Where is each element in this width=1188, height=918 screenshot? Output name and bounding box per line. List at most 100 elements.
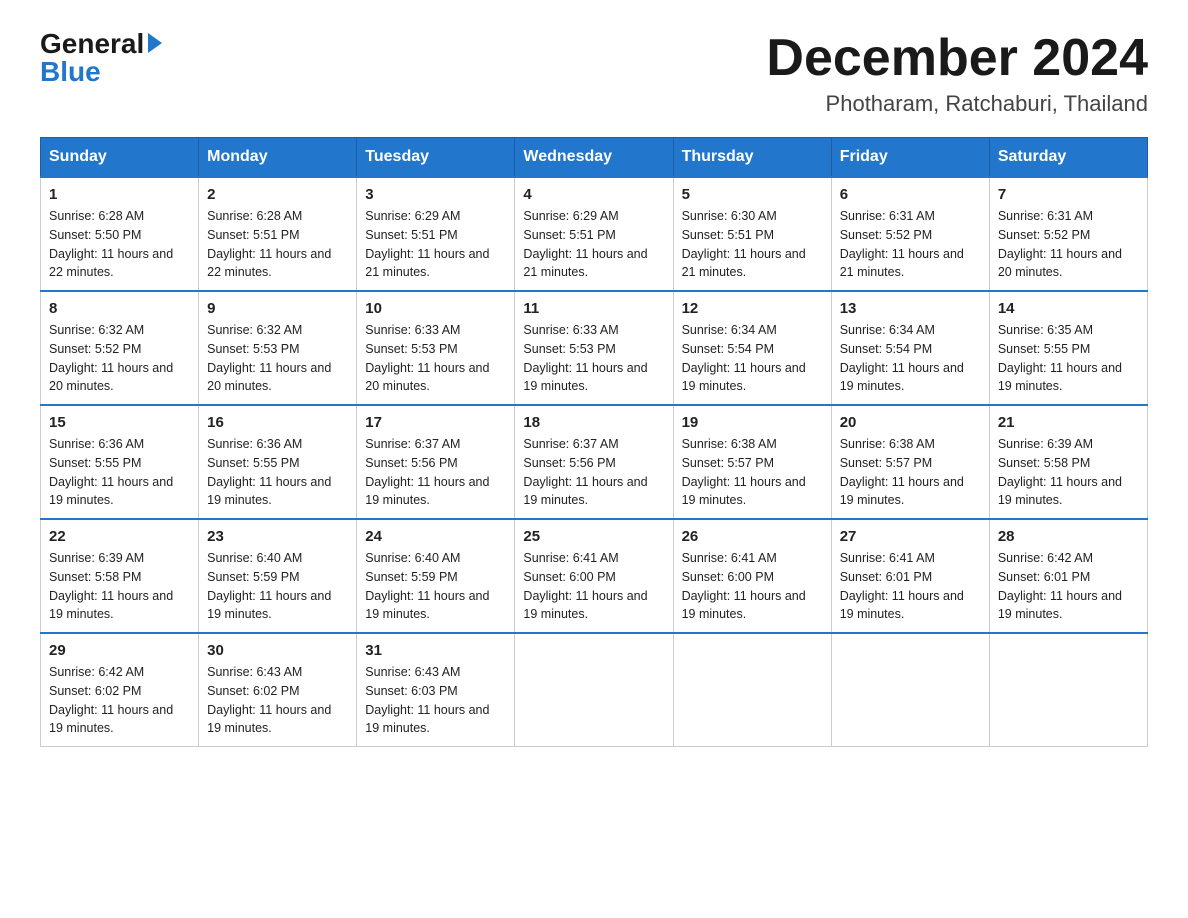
day-number: 27: [840, 528, 981, 545]
col-header-thursday: Thursday: [673, 138, 831, 178]
calendar-cell: 8 Sunrise: 6:32 AMSunset: 5:52 PMDayligh…: [41, 291, 199, 405]
calendar-cell: 6 Sunrise: 6:31 AMSunset: 5:52 PMDayligh…: [831, 177, 989, 291]
day-info: Sunrise: 6:28 AMSunset: 5:51 PMDaylight:…: [207, 207, 348, 282]
col-header-friday: Friday: [831, 138, 989, 178]
day-info: Sunrise: 6:36 AMSunset: 5:55 PMDaylight:…: [49, 435, 190, 510]
day-info: Sunrise: 6:38 AMSunset: 5:57 PMDaylight:…: [840, 435, 981, 510]
calendar-cell: 28 Sunrise: 6:42 AMSunset: 6:01 PMDaylig…: [989, 519, 1147, 633]
day-info: Sunrise: 6:30 AMSunset: 5:51 PMDaylight:…: [682, 207, 823, 282]
calendar-cell: 15 Sunrise: 6:36 AMSunset: 5:55 PMDaylig…: [41, 405, 199, 519]
calendar-cell: 13 Sunrise: 6:34 AMSunset: 5:54 PMDaylig…: [831, 291, 989, 405]
calendar-table: SundayMondayTuesdayWednesdayThursdayFrid…: [40, 137, 1148, 747]
day-number: 16: [207, 414, 348, 431]
calendar-cell: [989, 633, 1147, 747]
day-number: 24: [365, 528, 506, 545]
day-info: Sunrise: 6:40 AMSunset: 5:59 PMDaylight:…: [207, 549, 348, 624]
location-text: Photharam, Ratchaburi, Thailand: [766, 91, 1148, 117]
calendar-cell: 2 Sunrise: 6:28 AMSunset: 5:51 PMDayligh…: [199, 177, 357, 291]
day-info: Sunrise: 6:39 AMSunset: 5:58 PMDaylight:…: [998, 435, 1139, 510]
day-number: 2: [207, 186, 348, 203]
day-info: Sunrise: 6:41 AMSunset: 6:00 PMDaylight:…: [523, 549, 664, 624]
calendar-cell: 4 Sunrise: 6:29 AMSunset: 5:51 PMDayligh…: [515, 177, 673, 291]
calendar-cell: 11 Sunrise: 6:33 AMSunset: 5:53 PMDaylig…: [515, 291, 673, 405]
day-number: 31: [365, 642, 506, 659]
day-number: 8: [49, 300, 190, 317]
calendar-cell: 30 Sunrise: 6:43 AMSunset: 6:02 PMDaylig…: [199, 633, 357, 747]
calendar-cell: 18 Sunrise: 6:37 AMSunset: 5:56 PMDaylig…: [515, 405, 673, 519]
calendar-cell: [515, 633, 673, 747]
calendar-cell: 25 Sunrise: 6:41 AMSunset: 6:00 PMDaylig…: [515, 519, 673, 633]
day-info: Sunrise: 6:35 AMSunset: 5:55 PMDaylight:…: [998, 321, 1139, 396]
day-number: 10: [365, 300, 506, 317]
day-number: 23: [207, 528, 348, 545]
day-number: 14: [998, 300, 1139, 317]
calendar-cell: 3 Sunrise: 6:29 AMSunset: 5:51 PMDayligh…: [357, 177, 515, 291]
day-number: 29: [49, 642, 190, 659]
day-info: Sunrise: 6:40 AMSunset: 5:59 PMDaylight:…: [365, 549, 506, 624]
col-header-tuesday: Tuesday: [357, 138, 515, 178]
day-info: Sunrise: 6:41 AMSunset: 6:01 PMDaylight:…: [840, 549, 981, 624]
day-number: 5: [682, 186, 823, 203]
calendar-cell: 7 Sunrise: 6:31 AMSunset: 5:52 PMDayligh…: [989, 177, 1147, 291]
day-number: 12: [682, 300, 823, 317]
calendar-cell: 17 Sunrise: 6:37 AMSunset: 5:56 PMDaylig…: [357, 405, 515, 519]
day-info: Sunrise: 6:42 AMSunset: 6:01 PMDaylight:…: [998, 549, 1139, 624]
calendar-cell: 31 Sunrise: 6:43 AMSunset: 6:03 PMDaylig…: [357, 633, 515, 747]
month-title: December 2024: [766, 30, 1148, 87]
day-number: 25: [523, 528, 664, 545]
logo-triangle-icon: [148, 33, 162, 53]
day-info: Sunrise: 6:43 AMSunset: 6:02 PMDaylight:…: [207, 663, 348, 738]
day-number: 26: [682, 528, 823, 545]
col-header-saturday: Saturday: [989, 138, 1147, 178]
day-number: 11: [523, 300, 664, 317]
day-number: 1: [49, 186, 190, 203]
calendar-cell: 19 Sunrise: 6:38 AMSunset: 5:57 PMDaylig…: [673, 405, 831, 519]
calendar-cell: 12 Sunrise: 6:34 AMSunset: 5:54 PMDaylig…: [673, 291, 831, 405]
day-number: 7: [998, 186, 1139, 203]
day-number: 15: [49, 414, 190, 431]
day-number: 21: [998, 414, 1139, 431]
day-info: Sunrise: 6:33 AMSunset: 5:53 PMDaylight:…: [523, 321, 664, 396]
day-info: Sunrise: 6:29 AMSunset: 5:51 PMDaylight:…: [365, 207, 506, 282]
day-info: Sunrise: 6:34 AMSunset: 5:54 PMDaylight:…: [840, 321, 981, 396]
day-info: Sunrise: 6:31 AMSunset: 5:52 PMDaylight:…: [840, 207, 981, 282]
day-info: Sunrise: 6:37 AMSunset: 5:56 PMDaylight:…: [365, 435, 506, 510]
day-info: Sunrise: 6:32 AMSunset: 5:52 PMDaylight:…: [49, 321, 190, 396]
day-info: Sunrise: 6:41 AMSunset: 6:00 PMDaylight:…: [682, 549, 823, 624]
page-header: General Blue December 2024 Photharam, Ra…: [40, 30, 1148, 117]
day-number: 4: [523, 186, 664, 203]
calendar-cell: 16 Sunrise: 6:36 AMSunset: 5:55 PMDaylig…: [199, 405, 357, 519]
day-info: Sunrise: 6:34 AMSunset: 5:54 PMDaylight:…: [682, 321, 823, 396]
day-info: Sunrise: 6:31 AMSunset: 5:52 PMDaylight:…: [998, 207, 1139, 282]
calendar-cell: 1 Sunrise: 6:28 AMSunset: 5:50 PMDayligh…: [41, 177, 199, 291]
calendar-cell: 10 Sunrise: 6:33 AMSunset: 5:53 PMDaylig…: [357, 291, 515, 405]
calendar-cell: 9 Sunrise: 6:32 AMSunset: 5:53 PMDayligh…: [199, 291, 357, 405]
col-header-sunday: Sunday: [41, 138, 199, 178]
day-number: 9: [207, 300, 348, 317]
day-info: Sunrise: 6:32 AMSunset: 5:53 PMDaylight:…: [207, 321, 348, 396]
day-info: Sunrise: 6:37 AMSunset: 5:56 PMDaylight:…: [523, 435, 664, 510]
calendar-cell: [673, 633, 831, 747]
day-number: 20: [840, 414, 981, 431]
day-number: 17: [365, 414, 506, 431]
day-info: Sunrise: 6:36 AMSunset: 5:55 PMDaylight:…: [207, 435, 348, 510]
title-block: December 2024 Photharam, Ratchaburi, Tha…: [766, 30, 1148, 117]
calendar-cell: 29 Sunrise: 6:42 AMSunset: 6:02 PMDaylig…: [41, 633, 199, 747]
day-info: Sunrise: 6:42 AMSunset: 6:02 PMDaylight:…: [49, 663, 190, 738]
logo-blue-text: Blue: [40, 58, 101, 86]
calendar-cell: 20 Sunrise: 6:38 AMSunset: 5:57 PMDaylig…: [831, 405, 989, 519]
day-info: Sunrise: 6:43 AMSunset: 6:03 PMDaylight:…: [365, 663, 506, 738]
logo: General Blue: [40, 30, 162, 86]
day-number: 13: [840, 300, 981, 317]
day-info: Sunrise: 6:28 AMSunset: 5:50 PMDaylight:…: [49, 207, 190, 282]
calendar-cell: 14 Sunrise: 6:35 AMSunset: 5:55 PMDaylig…: [989, 291, 1147, 405]
day-number: 22: [49, 528, 190, 545]
day-number: 30: [207, 642, 348, 659]
day-info: Sunrise: 6:39 AMSunset: 5:58 PMDaylight:…: [49, 549, 190, 624]
calendar-cell: 23 Sunrise: 6:40 AMSunset: 5:59 PMDaylig…: [199, 519, 357, 633]
calendar-cell: 22 Sunrise: 6:39 AMSunset: 5:58 PMDaylig…: [41, 519, 199, 633]
calendar-cell: 27 Sunrise: 6:41 AMSunset: 6:01 PMDaylig…: [831, 519, 989, 633]
col-header-monday: Monday: [199, 138, 357, 178]
day-number: 6: [840, 186, 981, 203]
col-header-wednesday: Wednesday: [515, 138, 673, 178]
